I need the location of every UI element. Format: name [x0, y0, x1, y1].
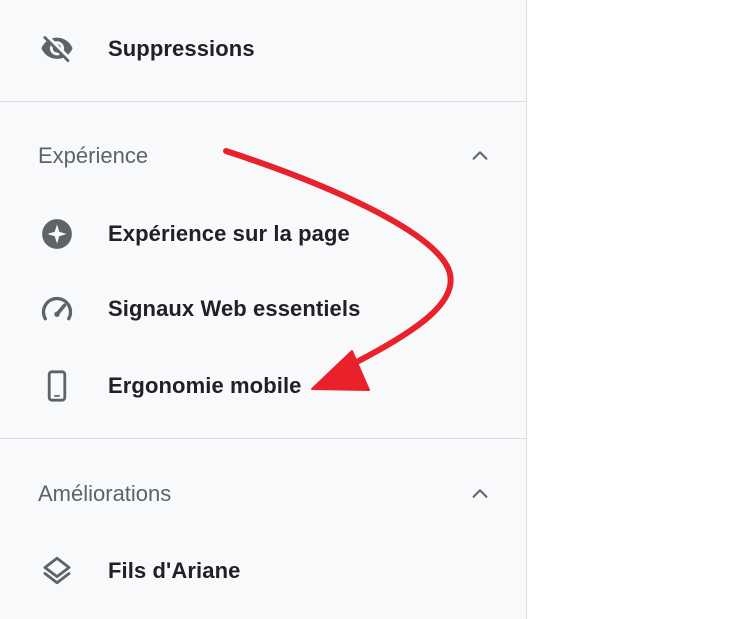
star-circle-icon	[38, 215, 76, 253]
sidebar-nav: Suppressions Expérience Expérience sur l…	[0, 0, 527, 619]
page: Suppressions Expérience Expérience sur l…	[0, 0, 750, 619]
sidebar-item-mobile-usability[interactable]: Ergonomie mobile	[0, 358, 527, 414]
section-header-experience[interactable]: Expérience	[0, 131, 527, 181]
chevron-up-icon[interactable]	[466, 480, 494, 508]
layers-icon	[38, 552, 76, 590]
section-header-enhancements[interactable]: Améliorations	[0, 469, 527, 519]
sidebar-item-label: Expérience sur la page	[108, 221, 350, 246]
sidebar-item-label: Signaux Web essentiels	[108, 296, 361, 321]
section-divider	[0, 438, 527, 439]
sidebar-item-suppressions[interactable]: Suppressions	[0, 21, 527, 77]
sidebar-item-page-experience[interactable]: Expérience sur la page	[0, 206, 527, 262]
sidebar-item-core-web-vitals[interactable]: Signaux Web essentiels	[0, 281, 527, 337]
chevron-up-icon[interactable]	[466, 142, 494, 170]
main-content-area	[528, 0, 750, 619]
smartphone-icon	[38, 367, 76, 405]
section-title: Expérience	[38, 143, 149, 168]
sidebar-item-label: Fils d'Ariane	[108, 558, 241, 583]
sidebar-item-label: Suppressions	[108, 36, 255, 61]
sidebar-item-breadcrumbs[interactable]: Fils d'Ariane	[0, 543, 527, 599]
speed-gauge-icon	[38, 290, 76, 328]
section-divider	[0, 101, 527, 102]
eye-off-icon	[38, 30, 76, 68]
section-title: Améliorations	[38, 481, 172, 506]
sidebar-item-label: Ergonomie mobile	[108, 373, 302, 398]
